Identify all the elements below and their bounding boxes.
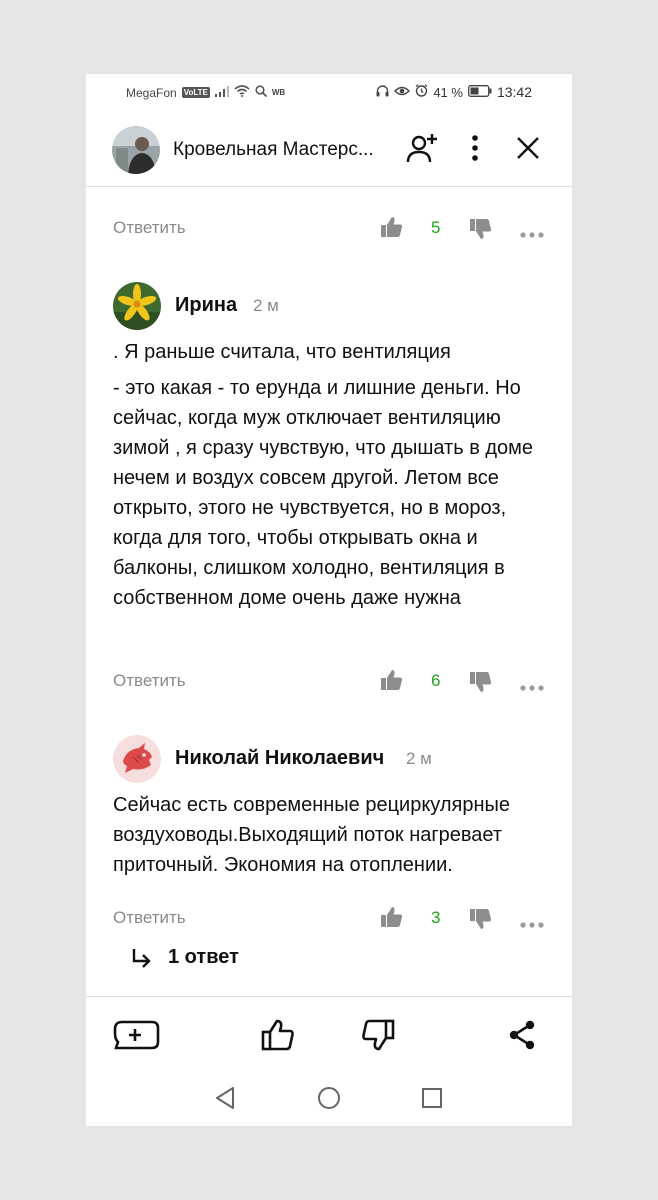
carrier-label: MegaFon [126, 85, 177, 100]
comment-more-button[interactable] [520, 678, 544, 696]
close-button[interactable] [510, 130, 546, 166]
eye-icon [394, 85, 411, 100]
like-button[interactable] [381, 669, 403, 696]
nav-back-button[interactable] [211, 1084, 239, 1112]
thumb-down-icon [470, 672, 492, 692]
system-nav-bar [86, 1072, 572, 1126]
add-comment-icon [113, 1020, 160, 1050]
thumb-up-icon [381, 670, 403, 690]
commenter-name[interactable]: Николай Николаевич [175, 747, 384, 770]
wifi-icon [234, 85, 250, 100]
add-comment-button[interactable] [112, 1015, 160, 1055]
thumb-up-icon [381, 217, 403, 237]
headphones-icon [376, 84, 389, 100]
bottom-toolbar [86, 996, 572, 1071]
subscribe-button[interactable] [404, 130, 440, 166]
replies-count: 1 ответ [168, 946, 239, 968]
thumb-down-icon [470, 909, 492, 929]
like-button[interactable] [381, 216, 403, 243]
reply-arrow-icon [132, 948, 151, 968]
volte-badge: VoLTE [181, 87, 210, 98]
reply-button[interactable]: Ответить [113, 671, 186, 691]
more-menu-button[interactable] [457, 130, 493, 166]
commenter-name[interactable]: Ирина [175, 294, 237, 317]
commenter-avatar[interactable] [113, 735, 161, 783]
comment-more-button[interactable] [520, 225, 544, 243]
thumb-down-icon [470, 219, 492, 239]
wb-badge: WB [271, 88, 286, 97]
dislike-button[interactable] [470, 671, 492, 698]
close-icon [517, 137, 539, 159]
dislike-post-button[interactable] [354, 1015, 402, 1055]
recents-square-icon [422, 1088, 442, 1108]
clock: 13:42 [496, 84, 532, 100]
comment-actions: Ответить 3 [86, 903, 572, 933]
back-triangle-icon [216, 1087, 234, 1109]
dislike-button[interactable] [470, 218, 492, 245]
comment-header: Ирина 2 м [86, 282, 572, 332]
nav-home-button[interactable] [315, 1084, 343, 1112]
add-user-icon [406, 134, 437, 163]
signal-icon [214, 85, 229, 100]
comment-actions: Ответить 6 [86, 666, 572, 696]
phone-screen: MegaFon VoLTE WB 41 % 13:42 Кровельная М… [86, 74, 572, 1126]
reply-button[interactable]: Ответить [113, 908, 186, 928]
like-button[interactable] [381, 906, 403, 933]
comment-body: Сейчас есть современные рециркулярные во… [113, 790, 553, 880]
comment-time: 2 м [253, 296, 279, 315]
search-status-icon [255, 85, 267, 100]
comment-header: Николай Николаевич 2 м [86, 735, 572, 785]
like-post-button[interactable] [254, 1015, 302, 1055]
comment-time: 2 м [406, 749, 432, 768]
show-replies-button[interactable]: 1 ответ [130, 946, 239, 969]
comment-paragraph: . Я раньше считала, что вентиляция [113, 341, 451, 363]
like-count: 3 [431, 908, 441, 927]
thumb-up-outline-icon [261, 1019, 294, 1051]
horizontal-dots-icon [520, 232, 544, 238]
home-circle-icon [318, 1087, 340, 1109]
like-count: 5 [431, 218, 441, 237]
comment-paragraph: - это какая - то ерунда и лишние деньги.… [113, 377, 534, 609]
commenter-avatar[interactable] [113, 282, 161, 330]
status-bar: MegaFon VoLTE WB 41 % 13:42 [86, 74, 572, 112]
comment-actions: Ответить 5 [86, 213, 572, 243]
battery-icon [468, 84, 492, 100]
alarm-icon [415, 84, 428, 100]
like-count: 6 [431, 671, 441, 690]
share-button[interactable] [498, 1015, 546, 1055]
share-icon [509, 1020, 535, 1050]
channel-title[interactable]: Кровельная Мастерс... [173, 139, 374, 161]
dislike-button[interactable] [470, 908, 492, 935]
channel-avatar[interactable] [112, 126, 160, 174]
thumb-up-icon [381, 907, 403, 927]
comment-more-button[interactable] [520, 915, 544, 933]
battery-percent: 41 % [433, 84, 463, 100]
horizontal-dots-icon [520, 685, 544, 691]
channel-header: Кровельная Мастерс... [86, 112, 572, 187]
horizontal-dots-icon [520, 922, 544, 928]
thumb-down-outline-icon [362, 1019, 395, 1051]
reply-button[interactable]: Ответить [113, 218, 186, 238]
comment-paragraph: Сейчас есть современные рециркулярные во… [113, 794, 511, 876]
nav-recents-button[interactable] [418, 1084, 446, 1112]
vertical-dots-icon [472, 135, 478, 161]
comment-body: . Я раньше считала, что вентиляция - это… [113, 337, 553, 613]
